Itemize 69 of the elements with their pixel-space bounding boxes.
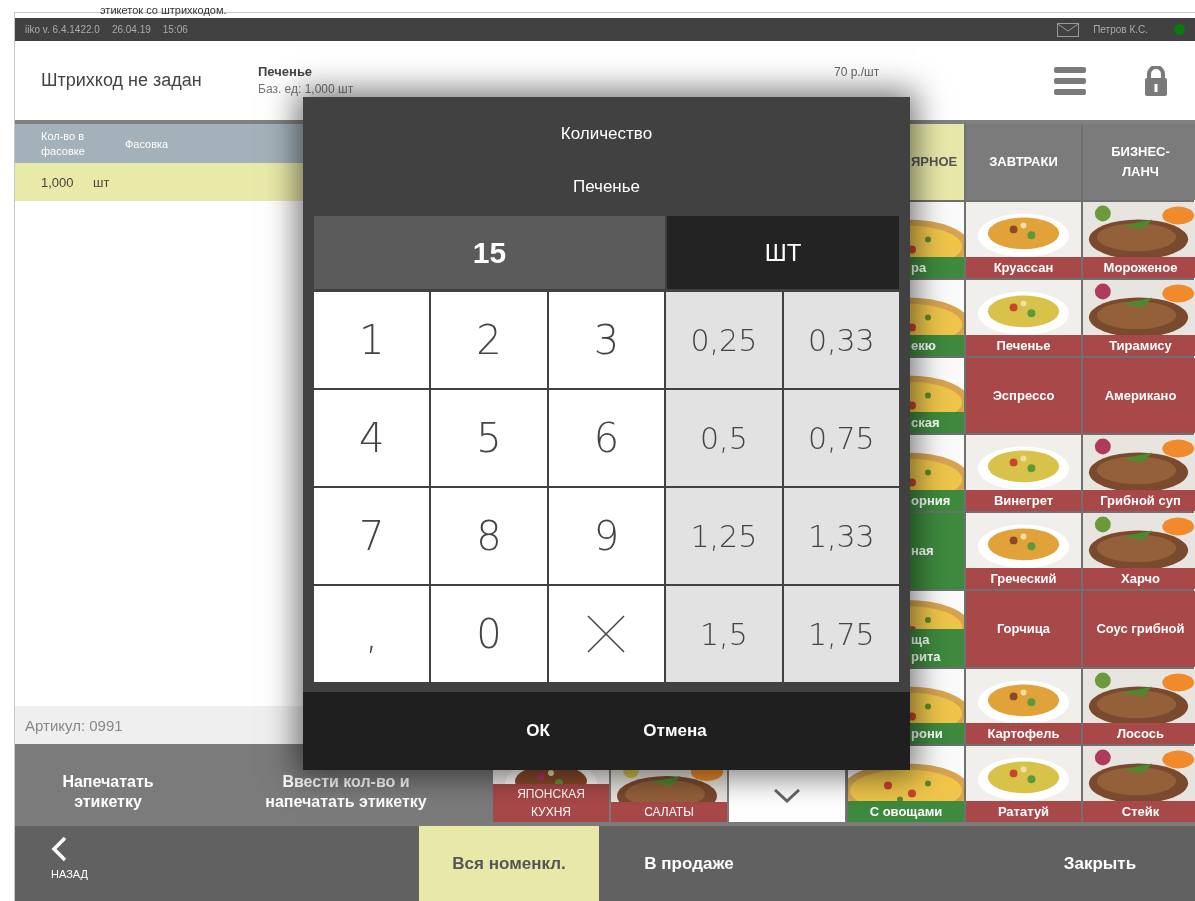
menu-item[interactable]: Греческий — [966, 567, 1081, 589]
menu-item[interactable]: Круассан — [966, 256, 1081, 278]
barcode-status: Штрихкод не задан — [40, 70, 203, 91]
preset-key[interactable]: 1,75 — [783, 586, 899, 682]
menu-item[interactable]: Рататуй — [966, 801, 1081, 822]
chevron-down-icon — [774, 789, 800, 803]
preset-key[interactable]: 1,25 — [666, 488, 782, 584]
unit-selector[interactable]: ШТ — [667, 216, 899, 289]
preset-key[interactable]: 0,5 — [666, 390, 782, 486]
menu-item[interactable]: С овощами — [848, 801, 964, 822]
table-cell: шт — [93, 174, 110, 190]
column-header: Фасовка — [125, 137, 169, 150]
preset-key[interactable]: 1,5 — [666, 586, 782, 682]
menu-item[interactable]: Стейк — [1083, 801, 1195, 822]
preset-key[interactable]: 1,33 — [783, 488, 899, 584]
menu-item[interactable]: Винегрет — [966, 490, 1081, 511]
app-version: iiko v. 6.4.1422.0 — [25, 24, 100, 35]
back-label[interactable]: НАЗАД — [51, 868, 88, 880]
menu-item[interactable]: Американо — [1083, 357, 1195, 434]
menu-icon[interactable] — [1054, 66, 1086, 95]
action-button[interactable]: Напечатать этикетку — [15, 744, 201, 822]
category-tab[interactable]: БИЗНЕС-ЛАНЧ — [1083, 124, 1195, 200]
dialog-title: Количество — [559, 122, 654, 145]
back-icon[interactable] — [51, 836, 67, 862]
menu-item[interactable]: Картофель — [966, 723, 1081, 745]
category-tile[interactable]: САЛАТЫ — [611, 802, 727, 822]
menu-item[interactable]: Соус грибной — [1083, 590, 1195, 667]
filter-tab[interactable]: Вся номенкл. — [419, 826, 599, 901]
menu-item[interactable]: Мороженое — [1083, 256, 1195, 278]
clear-key[interactable] — [548, 586, 665, 682]
keypad-key[interactable]: 0 — [431, 586, 547, 682]
category-tab[interactable]: ЗАВТРАКИ — [966, 124, 1081, 200]
menu-item[interactable]: Тирамису — [1083, 334, 1195, 356]
keypad-key[interactable]: 2 — [431, 292, 547, 388]
column-header: Кол-во в фасовке — [40, 128, 86, 159]
menu-item[interactable]: Эспрессо — [966, 357, 1081, 434]
menu-item[interactable]: Грибной суп — [1083, 490, 1195, 511]
keypad-key[interactable]: 6 — [548, 390, 665, 486]
keypad-key[interactable]: 4 — [314, 390, 430, 486]
keypad-key[interactable]: 1 — [314, 292, 430, 388]
keypad-key[interactable]: 8 — [431, 488, 547, 584]
product-name: Печенье — [258, 64, 314, 79]
time: 15:06 — [162, 24, 188, 35]
filter-tab[interactable]: В продаже — [599, 826, 779, 901]
preset-key[interactable]: 0,25 — [666, 292, 782, 388]
lock-icon[interactable] — [1144, 65, 1167, 96]
menu-item[interactable]: Лосось — [1083, 723, 1195, 745]
keypad-key[interactable]: , — [314, 586, 430, 682]
date: 26.04.19 — [111, 24, 151, 35]
product-name: Печенье — [571, 176, 642, 198]
keypad-key[interactable]: 5 — [431, 390, 547, 486]
keypad-key[interactable]: 7 — [314, 488, 430, 584]
caption-text: этикеток со штрихкодом. — [100, 4, 227, 16]
close-button[interactable]: Закрыть — [1005, 826, 1195, 901]
quantity-field[interactable]: 15 — [314, 216, 665, 289]
preset-key[interactable]: 0,75 — [783, 390, 899, 486]
menu-item[interactable]: Горчица — [966, 590, 1081, 667]
category-tile[interactable]: ЯПОНСКАЯ КУХНЯ — [493, 784, 609, 822]
menu-item[interactable]: Печенье — [966, 334, 1081, 356]
keypad-key[interactable]: 9 — [548, 488, 665, 584]
table-cell-text: 1,000 — [40, 174, 75, 190]
cross-icon — [587, 615, 626, 653]
price: 70 р./шт — [834, 64, 881, 79]
preset-key[interactable]: 0,33 — [783, 292, 899, 388]
keypad-key[interactable]: 3 — [548, 292, 665, 388]
base-unit: Баз. ед: 1,000 шт — [258, 82, 355, 96]
user-name: Петров К.С. — [1093, 24, 1148, 35]
mail-icon[interactable] — [1057, 22, 1080, 37]
menu-item[interactable]: Харчо — [1083, 567, 1195, 589]
